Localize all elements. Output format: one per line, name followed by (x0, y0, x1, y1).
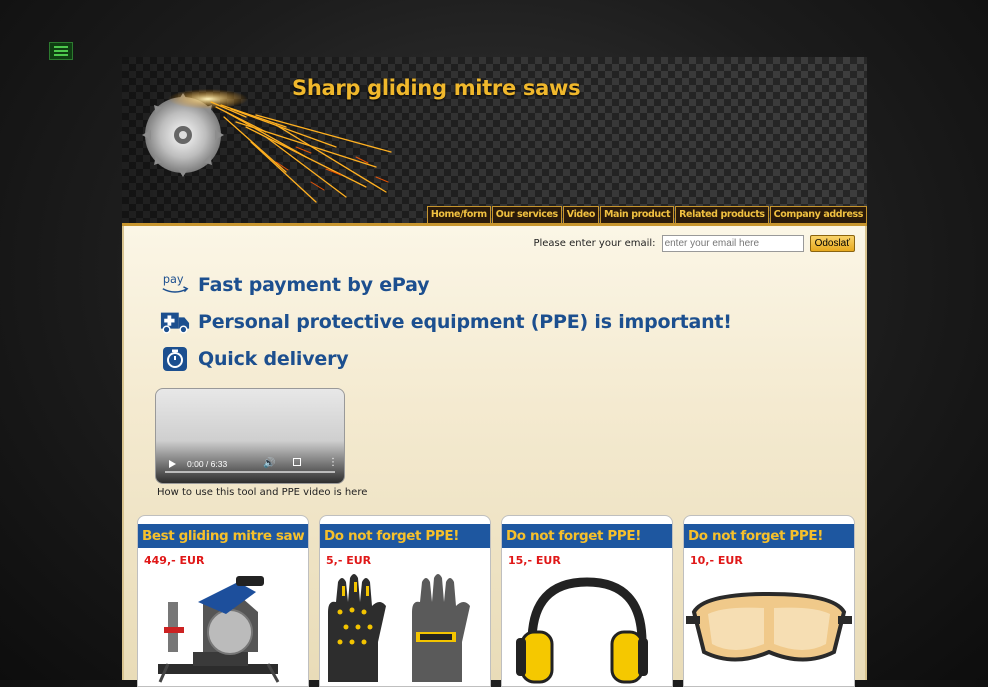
email-label: Please enter your email: (533, 238, 656, 249)
email-input[interactable] (661, 235, 804, 252)
product-title: Best gliding mitre saw (138, 524, 308, 548)
site-container: Sharp gliding mitre saws Home/form Our s… (122, 57, 867, 687)
nav-main-product[interactable]: Main product (600, 206, 675, 223)
product-card[interactable]: Do not forget PPE! 15,- EUR (501, 515, 673, 687)
nav-home[interactable]: Home/form (426, 206, 491, 223)
product-card[interactable]: Do not forget PPE! 10,- EUR (683, 515, 855, 687)
nav-related-products[interactable]: Related products (675, 206, 769, 223)
video-player[interactable]: 0:00 / 6:33 🔊 ⋮ (155, 388, 345, 484)
product-card[interactable]: Best gliding mitre saw 449,- EUR (137, 515, 309, 687)
main-nav: Home/form Our services Video Main produc… (426, 206, 867, 223)
video-time: 0:00 / 6:33 (187, 459, 228, 469)
feature-ppe-text: Personal protective equipment (PPE) is i… (198, 311, 732, 333)
feature-ppe: Personal protective equipment (PPE) is i… (160, 309, 732, 335)
product-price: 5,- EUR (326, 554, 372, 567)
volume-icon[interactable]: 🔊 (263, 458, 275, 469)
product-title: Do not forget PPE! (320, 524, 490, 548)
stopwatch-icon (160, 346, 190, 372)
submit-button[interactable]: Odoslať (809, 235, 855, 252)
header-banner: Sharp gliding mitre saws Home/form Our s… (122, 57, 867, 226)
feature-delivery: Quick delivery (160, 346, 349, 372)
feature-payment-text: Fast payment by ePay (198, 274, 430, 296)
pay-icon: pay (160, 272, 190, 298)
product-card[interactable]: Do not forget PPE! 5,- EUR (319, 515, 491, 687)
safety-goggles-image (686, 591, 852, 662)
play-icon[interactable] (169, 460, 176, 468)
video-controls: 0:00 / 6:33 🔊 ⋮ (156, 443, 344, 483)
nav-company-address[interactable]: Company address (769, 206, 867, 223)
nav-our-services[interactable]: Our services (491, 206, 562, 223)
ambulance-icon (160, 309, 190, 335)
feature-payment: pay Fast payment by ePay (160, 272, 430, 298)
product-title: Do not forget PPE! (684, 524, 854, 548)
nav-video[interactable]: Video (562, 206, 599, 223)
menu-toggle-icon[interactable] (49, 42, 73, 60)
product-price: 449,- EUR (144, 554, 205, 567)
mitre-saw-image (158, 576, 280, 683)
product-price: 10,- EUR (690, 554, 743, 567)
video-progress-bar[interactable] (165, 471, 335, 473)
product-title: Do not forget PPE! (502, 524, 672, 548)
feature-delivery-text: Quick delivery (198, 348, 349, 370)
work-gloves-image (328, 574, 470, 682)
video-caption: How to use this tool and PPE video is he… (157, 487, 368, 498)
product-price: 15,- EUR (508, 554, 561, 567)
fullscreen-icon[interactable] (293, 458, 301, 466)
svg-text:pay: pay (163, 273, 184, 286)
more-options-icon[interactable]: ⋮ (328, 457, 338, 468)
main-content: Please enter your email: Odoslať pay Fas… (122, 226, 867, 687)
email-form: Please enter your email: Odoslať (533, 235, 855, 252)
site-title: Sharp gliding mitre saws (292, 76, 581, 100)
ear-muffs-image (516, 577, 648, 684)
